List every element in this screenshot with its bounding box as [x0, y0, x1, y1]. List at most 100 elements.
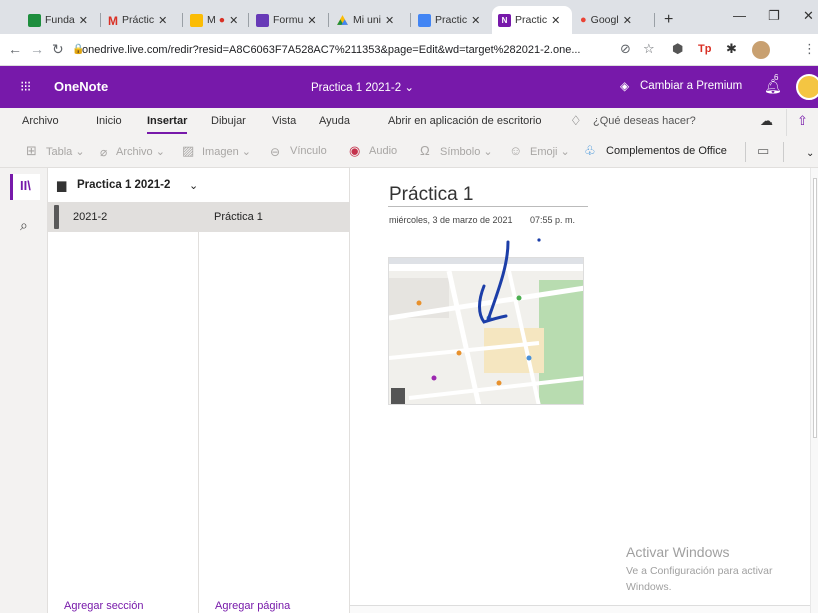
premium-button[interactable]: Cambiar a Premium — [640, 80, 742, 92]
restore-icon[interactable]: ❐ — [768, 8, 780, 24]
browser-tab[interactable]: M ● ✕ — [184, 6, 248, 34]
browser-tab-strip: Funda ✕ M Práctic ✕ M ● ✕ Formu ✕ Mi uni ✕ Pr… — [0, 0, 818, 34]
archivo-button[interactable]: Archivo ⌄ — [116, 145, 165, 158]
gmail-icon: M — [108, 13, 118, 28]
browser-tab[interactable]: Formu ✕ — [250, 6, 328, 34]
shield-extension-icon[interactable]: ⬢ — [672, 41, 683, 57]
browser-tab[interactable]: Funda ✕ — [22, 6, 100, 34]
browser-tab[interactable]: Practic ✕ — [412, 6, 490, 34]
image-icon: ▨ — [182, 143, 195, 158]
share-cloud-icon[interactable]: ☁ — [760, 113, 773, 129]
audio-button[interactable]: Audio — [369, 145, 397, 157]
tab-ayuda[interactable]: Ayuda — [319, 115, 350, 127]
open-desktop-app-button[interactable]: Abrir en aplicación de escritorio — [388, 115, 541, 127]
tab-archivo[interactable]: Archivo — [22, 115, 59, 127]
simbolo-button[interactable]: Símbolo ⌄ — [440, 145, 493, 158]
ribbon-expand-icon[interactable]: ⌄ — [806, 148, 814, 159]
tell-me-search[interactable]: ¿Qué deseas hacer? — [593, 115, 696, 127]
page-options-icon[interactable]: ▭ — [757, 143, 769, 159]
close-tab-icon[interactable]: ✕ — [623, 14, 632, 27]
imagen-button[interactable]: Imagen ⌄ — [202, 145, 251, 158]
ribbon-tabs: Archivo Inicio Insertar Dibujar Vista Ay… — [0, 108, 818, 136]
section-color-tab — [54, 205, 59, 229]
user-avatar[interactable] — [796, 74, 818, 100]
activate-windows-text: Ve a Configuración para activar — [626, 565, 773, 577]
audio-record-icon: ◉ — [349, 143, 361, 158]
browser-tab-active[interactable]: N Practic ✕ — [492, 6, 572, 34]
back-icon[interactable]: ← — [8, 41, 22, 57]
app-launcher-icon[interactable]: ⁝⁝⁝ — [20, 78, 31, 95]
close-tab-icon[interactable]: ✕ — [385, 14, 394, 27]
close-tab-icon[interactable]: ✕ — [471, 14, 480, 27]
onenote-header: ⁝⁝⁝ OneNote Practica 1 2021-2 ⌄ ◈ Cambia… — [0, 66, 818, 108]
browser-menu-icon[interactable]: ⋮ — [803, 41, 816, 57]
lightbulb-icon: ♢ — [570, 113, 582, 128]
close-tab-icon[interactable]: ✕ — [79, 14, 88, 27]
activate-windows-text-2: Windows. — [626, 581, 672, 593]
browser-tab[interactable]: ● Googl ✕ — [574, 6, 654, 34]
add-section-button[interactable]: Agregar sección — [64, 600, 144, 612]
emoji-button[interactable]: Emoji ⌄ — [530, 145, 570, 158]
close-tab-icon[interactable]: ✕ — [158, 14, 167, 27]
chevron-down-icon[interactable]: ⌄ — [189, 179, 198, 192]
ink-arrow-drawing[interactable] — [450, 236, 550, 336]
address-bar: ← → ↻ 🔒 onedrive.live.com/redir?resid=A8… — [0, 34, 818, 66]
section-item[interactable]: 2021-2 — [48, 202, 199, 232]
notebook-title[interactable]: Practica 1 2021-2 ⌄ — [311, 80, 414, 94]
forms-icon — [256, 13, 269, 27]
search-icon[interactable]: ⌕ — [20, 217, 28, 234]
activate-windows-title: Activar Windows — [626, 544, 730, 560]
share-button-icon[interactable]: ⇧ — [797, 113, 808, 129]
paperclip-icon: ⌀ — [100, 145, 108, 159]
docs-icon — [418, 13, 431, 27]
maps-pin-icon: ● — [580, 13, 587, 26]
tab-inicio[interactable]: Inicio — [96, 115, 122, 127]
notebook-name[interactable]: Practica 1 2021-2 — [77, 179, 170, 191]
minimize-icon[interactable]: — — [733, 8, 746, 23]
bookmark-star-icon[interactable]: ☆ — [643, 41, 655, 57]
omega-icon: Ω — [420, 143, 430, 158]
close-window-icon[interactable]: ✕ — [803, 8, 814, 24]
vinculo-button[interactable]: Vínculo — [290, 145, 327, 157]
page-title[interactable]: Práctica 1 — [389, 184, 473, 206]
extensions-puzzle-icon[interactable]: ✱ — [726, 41, 737, 57]
page-time: 07:55 p. m. — [530, 215, 576, 225]
share-icon[interactable]: ⊘ — [620, 41, 631, 57]
new-tab-button[interactable]: + — [658, 6, 680, 34]
tab-vista[interactable]: Vista — [272, 115, 296, 127]
tab-dibujar[interactable]: Dibujar — [211, 115, 246, 127]
vertical-scroll-thumb[interactable] — [813, 178, 817, 438]
horizontal-scrollbar[interactable] — [350, 605, 810, 613]
url-field[interactable]: onedrive.live.com/redir?resid=A8C6063F7A… — [82, 40, 612, 60]
page-label: Práctica 1 — [214, 211, 263, 223]
extension-tp-icon[interactable]: Tp — [698, 43, 711, 55]
page-canvas[interactable]: Práctica 1 miércoles, 3 de marzo de 2021… — [350, 168, 818, 613]
section-pane: 2021-2 Agregar sección — [48, 202, 199, 613]
browser-tab[interactable]: M Práctic ✕ — [102, 6, 182, 34]
office-addins-icon: ♧ — [584, 143, 596, 158]
table-icon: ⊞ — [26, 143, 37, 158]
close-tab-icon[interactable]: ✕ — [229, 14, 238, 27]
recording-icon: ● — [218, 14, 226, 26]
onenote-icon: N — [498, 13, 511, 27]
app-name[interactable]: OneNote — [54, 79, 108, 94]
page-date: miércoles, 3 de marzo de 2021 — [389, 215, 513, 225]
tabla-button[interactable]: Tabla ⌄ — [46, 145, 85, 158]
notifications-bell-icon[interactable]: 🔔︎ — [764, 78, 782, 95]
left-rail: II\ ⌕ — [0, 168, 48, 613]
profile-avatar[interactable] — [752, 41, 770, 59]
drive-icon — [337, 14, 348, 25]
reload-icon[interactable]: ↻ — [52, 41, 64, 58]
close-tab-icon[interactable]: ✕ — [551, 14, 560, 27]
premium-diamond-icon: ◈ — [620, 79, 630, 93]
notification-count: 6 — [774, 73, 779, 82]
emoji-icon: ☺ — [509, 143, 523, 158]
close-tab-icon[interactable]: ✕ — [307, 14, 316, 27]
complementos-button[interactable]: Complementos de Office — [606, 145, 727, 157]
notebooks-icon[interactable]: II\ — [20, 178, 31, 193]
forward-icon[interactable]: → — [30, 41, 44, 57]
page-item[interactable]: Práctica 1 — [199, 202, 350, 232]
tab-insertar[interactable]: Insertar — [147, 115, 188, 134]
add-page-button[interactable]: Agregar página — [215, 600, 290, 612]
browser-tab[interactable]: Mi uni ✕ — [330, 6, 410, 34]
